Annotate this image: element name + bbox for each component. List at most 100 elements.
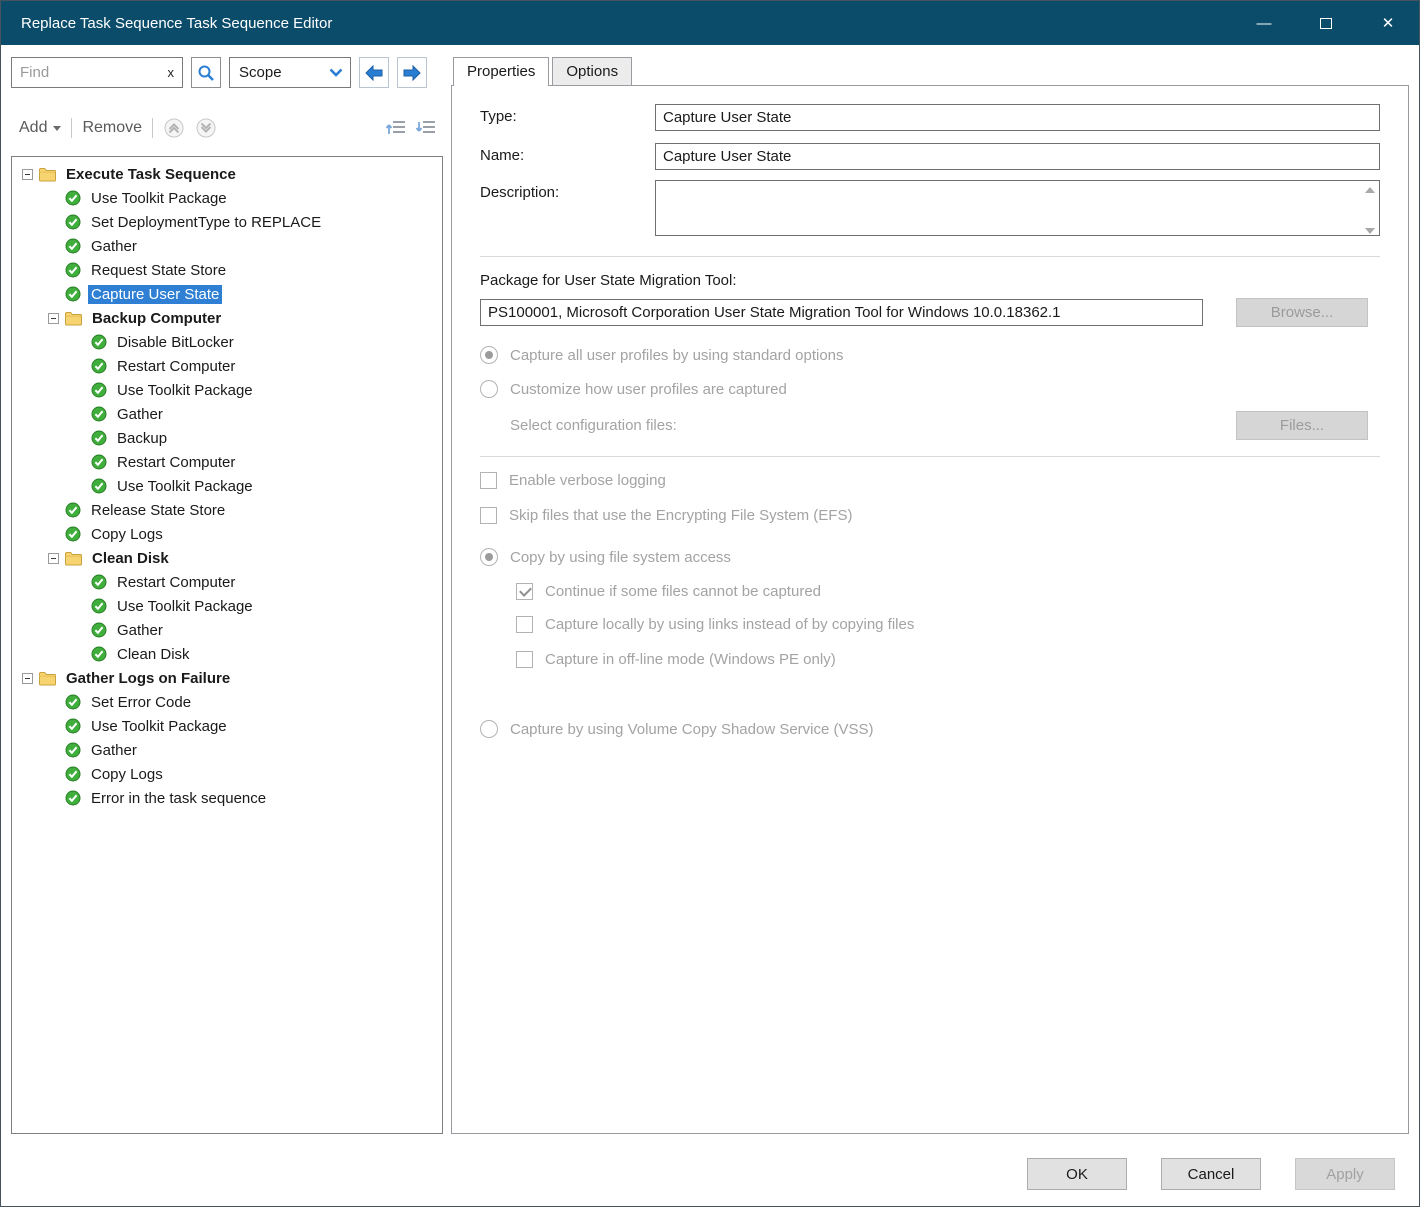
tree-item[interactable]: Use Toolkit Package (12, 474, 442, 498)
find-input[interactable] (20, 64, 164, 81)
tree-item-label: Gather (114, 621, 166, 640)
tree-item[interactable]: Restart Computer (12, 570, 442, 594)
tab-options[interactable]: Options (552, 57, 632, 85)
group-folder-icon (39, 671, 56, 686)
next-result-button[interactable] (397, 57, 427, 88)
tree-item[interactable]: Restart Computer (12, 354, 442, 378)
files-button[interactable]: Files... (1236, 411, 1368, 440)
tree-item[interactable]: Gather (12, 618, 442, 642)
checkbox-icon[interactable] (516, 651, 533, 668)
checkbox-icon[interactable] (480, 472, 497, 489)
file-system-access-label: Copy by using file system access (510, 549, 731, 566)
step-success-icon (65, 718, 81, 734)
group-folder-icon (39, 167, 56, 182)
tree-item[interactable]: Gather (12, 738, 442, 762)
ok-button[interactable]: OK (1027, 1158, 1127, 1190)
tree-item[interactable]: Disable BitLocker (12, 330, 442, 354)
tree-item[interactable]: Gather Logs on Failure (12, 666, 442, 690)
remove-button[interactable]: Remove (82, 119, 142, 137)
radio-icon[interactable] (480, 380, 498, 398)
add-button[interactable]: Add (19, 119, 61, 137)
file-system-access-option[interactable]: Copy by using file system access (480, 548, 1380, 566)
tree-item[interactable]: Release State Store (12, 498, 442, 522)
tree-item[interactable]: Gather (12, 234, 442, 258)
package-input[interactable] (480, 299, 1203, 326)
tree-item[interactable]: Use Toolkit Package (12, 186, 442, 210)
local-links-option[interactable]: Capture locally by using links instead o… (516, 616, 1380, 633)
tree-item[interactable]: Copy Logs (12, 522, 442, 546)
close-button[interactable]: ✕ (1357, 1, 1419, 45)
scroll-down-icon[interactable] (1365, 228, 1375, 234)
vss-option[interactable]: Capture by using Volume Copy Shadow Serv… (480, 720, 1380, 738)
minimize-button[interactable]: — (1233, 1, 1295, 45)
verbose-logging-option[interactable]: Enable verbose logging (480, 472, 1380, 489)
tree-item[interactable]: Request State Store (12, 258, 442, 282)
tree-item[interactable]: Gather (12, 402, 442, 426)
tree-expander[interactable] (22, 673, 33, 684)
tree-expander[interactable] (48, 313, 59, 324)
tree-item[interactable]: Error in the task sequence (12, 786, 442, 810)
tree-expander[interactable] (48, 553, 59, 564)
move-down-button[interactable] (195, 117, 217, 139)
tree-expander[interactable] (22, 169, 33, 180)
capture-standard-label: Capture all user profiles by using stand… (510, 347, 844, 364)
tree-item[interactable]: Backup Computer (12, 306, 442, 330)
tree-item[interactable]: Clean Disk (12, 642, 442, 666)
step-success-icon (65, 262, 81, 278)
tree-item[interactable]: Restart Computer (12, 450, 442, 474)
skip-efs-option[interactable]: Skip files that use the Encrypting File … (480, 507, 1380, 524)
step-success-icon (65, 694, 81, 710)
name-input[interactable] (655, 143, 1380, 170)
tree-item-label: Backup (114, 429, 170, 448)
cancel-button[interactable]: Cancel (1161, 1158, 1261, 1190)
tree-item[interactable]: Set DeploymentType to REPLACE (12, 210, 442, 234)
customize-profiles-label: Customize how user profiles are captured (510, 381, 787, 398)
chevron-down-icon (329, 68, 343, 77)
maximize-button[interactable] (1295, 1, 1357, 45)
capture-standard-option[interactable]: Capture all user profiles by using stand… (480, 346, 1380, 364)
checkbox-icon[interactable] (516, 616, 533, 633)
checkbox-icon[interactable] (480, 507, 497, 524)
description-input[interactable] (655, 180, 1380, 236)
step-success-icon (65, 238, 81, 254)
checkbox-icon[interactable] (516, 583, 533, 600)
tree-item[interactable]: Execute Task Sequence (12, 162, 442, 186)
move-down-icon (195, 117, 217, 139)
continue-files-option[interactable]: Continue if some files cannot be capture… (516, 583, 1380, 600)
tree-item-label: Set Error Code (88, 693, 194, 712)
search-button[interactable] (191, 57, 221, 88)
offline-mode-label: Capture in off-line mode (Windows PE onl… (545, 651, 836, 668)
tree-item[interactable]: Use Toolkit Package (12, 714, 442, 738)
expand-all-button[interactable] (415, 118, 437, 138)
tree-item[interactable]: Capture User State (12, 282, 442, 306)
tree-item[interactable]: Use Toolkit Package (12, 378, 442, 402)
tree-item[interactable]: Copy Logs (12, 762, 442, 786)
properties-panel: Type: Name: Description: Packag (451, 85, 1409, 1134)
radio-icon[interactable] (480, 720, 498, 738)
close-icon: ✕ (1382, 14, 1395, 32)
tab-properties[interactable]: Properties (453, 57, 549, 86)
clear-find-button[interactable]: x (168, 65, 175, 80)
tree-item[interactable]: Clean Disk (12, 546, 442, 570)
previous-result-button[interactable] (359, 57, 389, 88)
description-field-wrap (655, 180, 1380, 241)
tree-item-label: Disable BitLocker (114, 333, 237, 352)
tree-item[interactable]: Set Error Code (12, 690, 442, 714)
package-row: Browse... (480, 298, 1368, 327)
browse-button[interactable]: Browse... (1236, 298, 1368, 327)
type-input[interactable] (655, 104, 1380, 131)
tree-item[interactable]: Use Toolkit Package (12, 594, 442, 618)
tree-item[interactable]: Backup (12, 426, 442, 450)
description-row: Description: (480, 180, 1380, 241)
offline-mode-option[interactable]: Capture in off-line mode (Windows PE onl… (516, 651, 1380, 668)
radio-icon[interactable] (480, 346, 498, 364)
move-up-button[interactable] (163, 117, 185, 139)
expand-all-icon (415, 118, 437, 138)
apply-button[interactable]: Apply (1295, 1158, 1395, 1190)
collapse-all-button[interactable] (385, 118, 407, 138)
package-label: Package for User State Migration Tool: (480, 272, 1380, 289)
scroll-up-icon[interactable] (1365, 187, 1375, 193)
scope-dropdown[interactable]: Scope (229, 57, 351, 88)
radio-icon[interactable] (480, 548, 498, 566)
customize-profiles-option[interactable]: Customize how user profiles are captured (480, 380, 1380, 398)
